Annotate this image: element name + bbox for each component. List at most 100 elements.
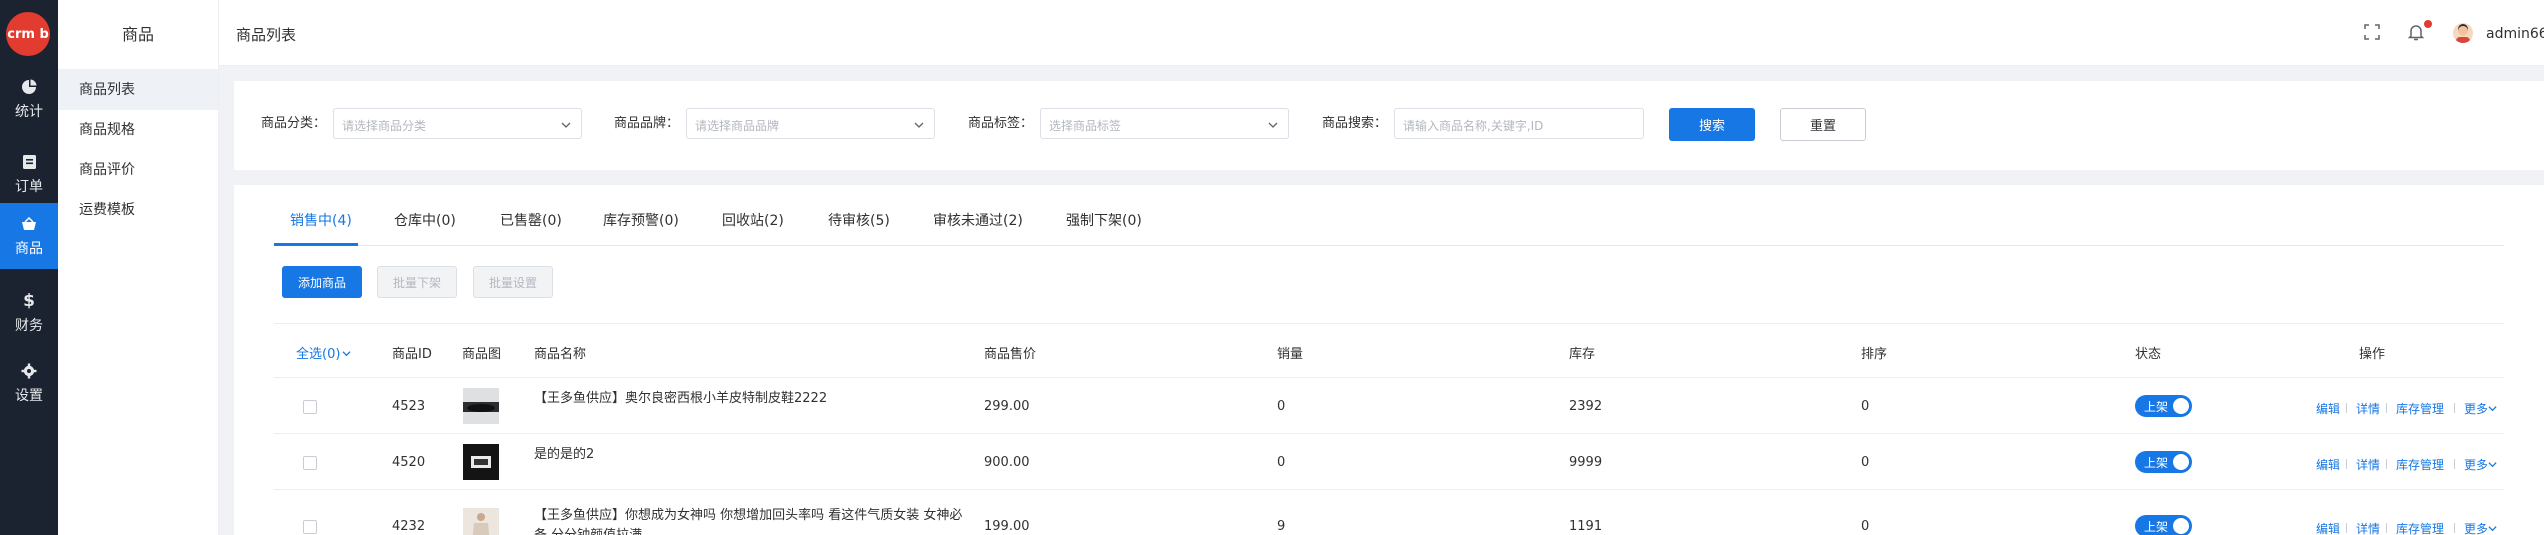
rail-item-settings[interactable]: 设置: [0, 350, 58, 416]
reset-button[interactable]: 重置: [1780, 108, 1866, 141]
rail-item-label: 财务: [15, 317, 43, 334]
product-price: 299.00: [984, 399, 1030, 414]
status-tabs: 销售中(4) 仓库中(0) 已售罄(0) 库存预警(0) 回收站(2) 待审核(…: [274, 185, 2504, 246]
detail-link[interactable]: 详情: [2356, 520, 2380, 535]
submenu-item-product-list[interactable]: 商品列表: [58, 70, 218, 110]
more-actions-dropdown[interactable]: 更多: [2464, 520, 2497, 535]
status-label: 上架: [2144, 400, 2169, 414]
category-placeholder: 请选择商品分类: [342, 119, 427, 133]
brand-label: 商品品牌：: [614, 116, 680, 131]
rail-item-label: 订单: [15, 178, 43, 195]
submenu-item-product-specs[interactable]: 商品规格: [58, 110, 218, 150]
product-name: 是的是的2: [534, 447, 595, 462]
tab-in-warehouse[interactable]: 仓库中(0): [394, 210, 456, 230]
select-all-toggle[interactable]: 全选(0): [296, 343, 351, 362]
brand-placeholder: 请选择商品品牌: [695, 119, 780, 133]
stock-manage-link[interactable]: 库存管理: [2396, 520, 2444, 535]
product-id: 4523: [392, 399, 426, 414]
rail-item-statistics[interactable]: 统计: [0, 66, 58, 132]
column-header: 状态: [2135, 347, 2162, 362]
submenu-item-product-reviews[interactable]: 商品评价: [58, 150, 218, 190]
rail-item-orders[interactable]: 订单: [0, 141, 58, 207]
search-filter-card: 商品分类： 请选择商品分类 商品品牌： 请选择商品品牌 商品标签： 选择商品标签…: [234, 81, 2544, 170]
product-id: 4232: [392, 519, 426, 534]
status-label: 上架: [2144, 456, 2169, 470]
keyword-search-input[interactable]: 请输入商品名称,关键字,ID: [1394, 108, 1644, 139]
add-product-button[interactable]: 添加商品: [282, 266, 362, 298]
tab-sold-out[interactable]: 已售罄(0): [500, 210, 562, 230]
tab-recycle-bin[interactable]: 回收站(2): [722, 210, 784, 230]
tag-placeholder: 选择商品标签: [1049, 119, 1122, 133]
column-header: 销量: [1277, 347, 1304, 362]
top-header: 商品列表: [219, 0, 2544, 66]
column-header: 商品ID: [392, 347, 432, 362]
table-header: 全选(0) 商品ID 商品图 商品名称 商品售价 销量 库存 排序 状态 操作: [274, 323, 2504, 378]
search-button[interactable]: 搜索: [1669, 108, 1755, 141]
more-actions-dropdown[interactable]: 更多: [2464, 456, 2497, 473]
product-stock: 1191: [1569, 519, 1603, 534]
more-actions-dropdown[interactable]: 更多: [2464, 400, 2497, 417]
table-row: 4232 【王多鱼供应】你想成为女神吗 你想增加回头率吗 看这件气质女装 女神必…: [274, 490, 2504, 535]
active-tab-indicator: [274, 243, 358, 246]
row-checkbox[interactable]: [303, 400, 317, 414]
column-header: 商品名称: [534, 347, 587, 362]
product-price: 199.00: [984, 519, 1030, 534]
tab-on-sale[interactable]: 销售中(4): [290, 210, 352, 230]
dollar-icon: $: [23, 290, 35, 311]
product-stock: 9999: [1569, 455, 1603, 470]
shop-basket-icon: [20, 215, 38, 233]
notification-badge: [2424, 20, 2432, 28]
table-row: 4520 是的是的2 900.00 0 9999 0 上架 编辑 详情 库存管理…: [274, 434, 2504, 490]
product-list-card: 销售中(4) 仓库中(0) 已售罄(0) 库存预警(0) 回收站(2) 待审核(…: [234, 185, 2544, 535]
gear-icon: [20, 362, 38, 380]
chevron-down-icon: [914, 119, 924, 129]
username[interactable]: admin666: [2486, 26, 2544, 42]
rail-item-finance[interactable]: $ 财务: [0, 280, 58, 346]
tab-stock-warning[interactable]: 库存预警(0): [603, 210, 679, 230]
tag-label: 商品标签：: [968, 116, 1034, 131]
product-thumbnail[interactable]: [463, 388, 499, 424]
edit-link[interactable]: 编辑: [2316, 400, 2340, 417]
product-thumbnail[interactable]: [463, 444, 499, 480]
brand-logo[interactable]: crm b: [6, 12, 50, 56]
submenu-title: 商品: [58, 0, 218, 70]
detail-link[interactable]: 详情: [2356, 456, 2380, 473]
product-sales: 0: [1277, 455, 1286, 470]
batch-settings-button[interactable]: 批量设置: [473, 266, 553, 298]
product-thumbnail[interactable]: [463, 508, 499, 535]
rail-item-products[interactable]: 商品: [0, 203, 58, 269]
main-nav-rail: crm b 统计 订单 商品 $ 财务 设置: [0, 0, 58, 535]
category-select[interactable]: 请选择商品分类: [333, 108, 582, 139]
avatar[interactable]: [2453, 23, 2473, 43]
product-id: 4520: [392, 455, 426, 470]
keyword-placeholder: 请输入商品名称,关键字,ID: [1403, 119, 1544, 133]
product-price: 900.00: [984, 455, 1030, 470]
stock-manage-link[interactable]: 库存管理: [2396, 456, 2444, 473]
batch-off-shelf-button[interactable]: 批量下架: [377, 266, 457, 298]
brand-select[interactable]: 请选择商品品牌: [686, 108, 935, 139]
column-header: 操作: [2359, 347, 2386, 362]
tab-force-removed[interactable]: 强制下架(0): [1066, 210, 1142, 230]
row-checkbox[interactable]: [303, 520, 317, 534]
row-checkbox[interactable]: [303, 456, 317, 470]
status-toggle[interactable]: 上架: [2135, 515, 2192, 535]
stock-manage-link[interactable]: 库存管理: [2396, 400, 2444, 417]
bell-icon[interactable]: [2407, 23, 2425, 45]
order-icon: [20, 153, 38, 171]
column-header: 商品售价: [984, 347, 1037, 362]
tab-pending-review[interactable]: 待审核(5): [828, 210, 890, 230]
submenu-item-shipping-templates[interactable]: 运费模板: [58, 190, 218, 230]
product-stock: 2392: [1569, 399, 1603, 414]
tab-review-rejected[interactable]: 审核未通过(2): [933, 210, 1023, 230]
edit-link[interactable]: 编辑: [2316, 456, 2340, 473]
status-toggle[interactable]: 上架: [2135, 395, 2192, 417]
chevron-down-icon: [2488, 526, 2497, 532]
detail-link[interactable]: 详情: [2356, 400, 2380, 417]
chevron-down-icon: [561, 119, 571, 129]
column-header: 商品图: [462, 347, 502, 362]
fullscreen-icon[interactable]: [2364, 24, 2380, 44]
tag-select[interactable]: 选择商品标签: [1040, 108, 1289, 139]
edit-link[interactable]: 编辑: [2316, 520, 2340, 535]
rail-item-label: 设置: [15, 387, 43, 404]
status-toggle[interactable]: 上架: [2135, 451, 2192, 473]
